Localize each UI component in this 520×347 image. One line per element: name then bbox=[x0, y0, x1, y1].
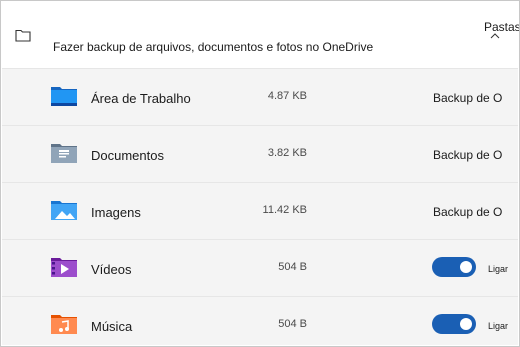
documents-folder-icon bbox=[51, 144, 77, 163]
folder-list: Área de Trabalho 4.87 KB Backup de O Doc… bbox=[2, 68, 518, 345]
folder-row-music: Música 504 B Ligar bbox=[2, 296, 518, 346]
folder-row-documents: Documentos 3.82 KB Backup de O bbox=[2, 125, 518, 182]
toggle-knob bbox=[460, 261, 472, 273]
folder-name: Música bbox=[91, 319, 133, 334]
folder-name: Imagens bbox=[91, 205, 141, 220]
folder-row-pictures: Imagens 11.42 KB Backup de O bbox=[2, 182, 518, 239]
backup-toggle[interactable] bbox=[432, 314, 476, 334]
backup-status: Backup de O bbox=[433, 91, 503, 105]
backup-toggle[interactable] bbox=[432, 257, 476, 277]
folder-row-desktop: Área de Trabalho 4.87 KB Backup de O bbox=[2, 68, 518, 125]
toggle-label: Ligar bbox=[488, 321, 509, 331]
videos-folder-icon bbox=[51, 258, 77, 277]
onedrive-backup-dialog: Fazer backup de arquivos, documentos e f… bbox=[0, 0, 520, 347]
folder-row-videos: Vídeos 504 B Ligar bbox=[2, 239, 518, 296]
folder-name: Área de Trabalho bbox=[91, 91, 191, 106]
backup-status: Backup de O bbox=[433, 205, 503, 219]
toggle-knob bbox=[460, 318, 472, 330]
dialog-header: Fazer backup de arquivos, documentos e f… bbox=[2, 2, 519, 68]
folder-outline-icon bbox=[15, 29, 31, 42]
chevron-up-icon[interactable] bbox=[490, 33, 500, 39]
folder-size: 3.82 KB bbox=[267, 147, 307, 159]
folder-size: 11.42 KB bbox=[262, 204, 307, 216]
folders-label[interactable]: Pastas bbox=[484, 20, 519, 34]
folder-size: 4.87 KB bbox=[267, 90, 307, 102]
toggle-label: Ligar bbox=[488, 264, 509, 274]
folder-name: Documentos bbox=[91, 148, 164, 163]
header-title: Fazer backup de arquivos, documentos e f… bbox=[53, 40, 374, 54]
backup-status: Backup de O bbox=[433, 148, 503, 162]
desktop-folder-icon bbox=[51, 87, 77, 106]
music-folder-icon bbox=[51, 315, 77, 334]
folder-size: 504 B bbox=[278, 261, 307, 273]
pictures-folder-icon bbox=[51, 201, 77, 220]
folder-size: 504 B bbox=[278, 318, 307, 330]
folder-name: Vídeos bbox=[91, 262, 132, 277]
